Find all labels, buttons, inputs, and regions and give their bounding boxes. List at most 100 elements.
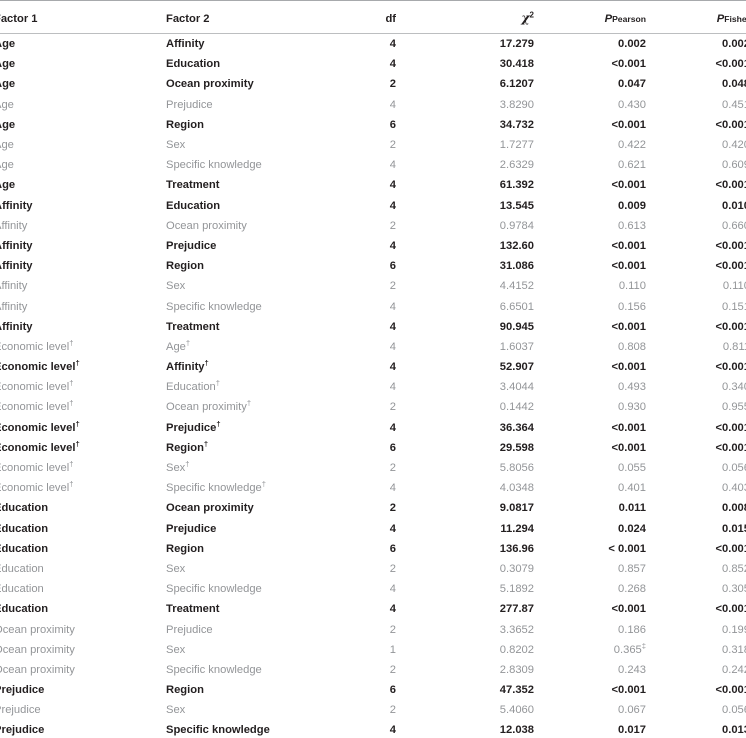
cell-df: 6 — [389, 684, 396, 697]
cell-factor2: Ocean proximity — [166, 502, 254, 515]
table-row: Education Ocean proximity 2 9.0817 0.011 0.00… — [0, 498, 746, 518]
cell-factor1: Economic level† — [0, 479, 74, 495]
cell-chi-squared: 52.907 — [499, 361, 534, 374]
cell-chi-squared: 36.364 — [499, 421, 534, 434]
cell-p-fisher: 0.403 — [722, 482, 746, 495]
table-row: Ocean proximity Prejudice 2 3.3652 0.186 0.19… — [0, 619, 746, 639]
footnote-marker: † — [75, 418, 80, 428]
cell-factor1: Economic level† — [0, 358, 80, 374]
cell-factor1: Age — [0, 98, 14, 111]
cell-factor2: Specific knowledge — [166, 663, 262, 676]
table-row: Education Region 6 136.96 < 0.001 <0.001 — [0, 539, 746, 559]
cell-chi-squared: 0.9784 — [499, 219, 534, 232]
column-header-p-fisher: PFisher — [680, 0, 746, 34]
cell-df: 4 — [389, 199, 396, 212]
cell-p-fisher: 0.955 — [722, 401, 746, 414]
cell-p-pearson: <0.001 — [611, 603, 646, 616]
table-row: Affinity Ocean proximity 2 0.9784 0.613 0.660 — [0, 216, 746, 236]
table-row: Age Prejudice 4 3.8290 0.430 0.451 — [0, 95, 746, 115]
cell-df: 4 — [389, 239, 396, 252]
table-row: Economic level† Sex† 2 5.8056 0.055 0.056 — [0, 458, 746, 478]
table-row: Age Specific knowledge 4 2.6329 0.621 0.609 — [0, 155, 746, 175]
cell-p-fisher: 0.811 — [722, 340, 746, 353]
cell-factor1: Affinity — [0, 280, 28, 293]
cell-p-pearson: 0.613 — [618, 219, 646, 232]
table-row: Education Specific knowledge 4 5.1892 0.268 0… — [0, 579, 746, 599]
cell-factor2: Region — [166, 542, 204, 555]
cell-chi-squared: 136.96 — [499, 542, 534, 555]
cell-factor2: Region — [166, 118, 204, 131]
table-row: Age Sex 2 1.7277 0.422 0.420 — [0, 135, 746, 155]
footnote-marker: † — [69, 479, 74, 489]
cell-df: 6 — [389, 260, 396, 273]
table-row: Ocean proximity Specific knowledge 2 2.8309… — [0, 660, 746, 680]
pairwise-association-table: Factor 1 Factor 2 df χ2 PPearson PFisher… — [0, 0, 746, 738]
cell-p-pearson: <0.001 — [611, 441, 646, 454]
table-row: Age Treatment 4 61.392 <0.001 <0.001 — [0, 175, 746, 195]
cell-chi-squared: 277.87 — [499, 603, 534, 616]
cell-chi-squared: 132.60 — [499, 239, 534, 252]
column-header-factor1: Factor 1 — [0, 0, 166, 34]
cell-chi-squared: 12.038 — [499, 724, 534, 737]
cell-factor1: Age — [0, 38, 16, 51]
cell-df: 4 — [389, 583, 396, 596]
cell-factor2: Sex — [166, 280, 186, 293]
cell-chi-squared: 31.086 — [499, 260, 534, 273]
cell-df: 4 — [389, 300, 396, 313]
cell-df: 2 — [389, 562, 396, 575]
cell-p-pearson: <0.001 — [611, 58, 646, 71]
footnote-marker: † — [215, 378, 220, 388]
cell-p-pearson: <0.001 — [611, 260, 646, 273]
cell-chi-squared: 34.732 — [499, 118, 534, 131]
table-row: Affinity Education 4 13.545 0.009 0.010 — [0, 196, 746, 216]
cell-chi-squared: 29.598 — [499, 441, 534, 454]
cell-p-fisher: 0.110 — [722, 280, 746, 293]
cell-factor1: Prejudice — [0, 684, 45, 697]
cell-factor2: Age† — [166, 338, 191, 353]
cell-factor2: Affinity† — [166, 358, 209, 374]
cell-factor1: Education — [0, 522, 49, 535]
table-row: Affinity Treatment 4 90.945 <0.001 <0.001 — [0, 317, 746, 337]
table-row: Economic level† Age† 4 1.6037 0.808 0.811 — [0, 337, 746, 357]
cell-df: 4 — [389, 38, 396, 51]
cell-chi-squared: 4.4152 — [499, 280, 534, 293]
statistics-table-container: Factor 1 Factor 2 df χ2 PPearson PFisher… — [0, 0, 746, 738]
cell-factor2: Region — [166, 684, 204, 697]
table-row: Economic level† Affinity† 4 52.907 <0.001 <0.… — [0, 357, 746, 377]
cell-factor1: Prejudice — [0, 704, 41, 717]
cell-df: 2 — [389, 704, 396, 717]
cell-df: 4 — [389, 159, 396, 172]
cell-p-fisher: 0.056 — [722, 704, 746, 717]
cell-p-fisher: 0.056 — [722, 462, 746, 475]
cell-p-pearson: 0.243 — [618, 663, 646, 676]
footnote-marker: † — [69, 459, 74, 469]
table-row: Education Sex 2 0.3079 0.857 0.852 — [0, 559, 746, 579]
cell-chi-squared: 3.4044 — [499, 381, 534, 394]
cell-p-pearson: 0.002 — [618, 38, 646, 51]
table-row: Affinity Region 6 31.086 <0.001 <0.001 — [0, 256, 746, 276]
footnote-marker: † — [185, 459, 190, 469]
cell-p-fisher: 0.852 — [722, 562, 746, 575]
cell-p-fisher: 0.013 — [722, 724, 746, 737]
cell-factor2: Sex — [166, 139, 186, 152]
footnote-marker: † — [261, 479, 267, 489]
table-row: Economic level† Prejudice† 4 36.364 <0.001 <0… — [0, 418, 746, 438]
cell-df: 6 — [389, 118, 396, 131]
table-row: Age Region 6 34.732 <0.001 <0.001 — [0, 115, 746, 135]
p-fisher-subscript: Fisher — [724, 14, 746, 24]
cell-p-fisher: <0.001 — [715, 603, 746, 616]
table-row: Age Ocean proximity 2 6.1207 0.047 0.048 — [0, 74, 746, 94]
cell-factor1: Education — [0, 542, 49, 555]
cell-p-pearson: 0.808 — [618, 340, 646, 353]
column-header-p-pearson: PPearson — [568, 0, 680, 34]
cell-p-pearson: <0.001 — [611, 361, 646, 374]
footnote-marker: † — [204, 358, 209, 368]
cell-chi-squared: 5.8056 — [499, 462, 534, 475]
cell-factor1: Age — [0, 78, 16, 91]
cell-chi-squared: 0.1442 — [499, 401, 534, 414]
cell-chi-squared: 0.8202 — [499, 643, 534, 656]
cell-chi-squared: 2.6329 — [499, 159, 534, 172]
table-row: Age Education 4 30.418 <0.001 <0.001 — [0, 54, 746, 74]
cell-p-fisher: <0.001 — [715, 361, 746, 374]
footnote-marker: † — [69, 338, 74, 348]
